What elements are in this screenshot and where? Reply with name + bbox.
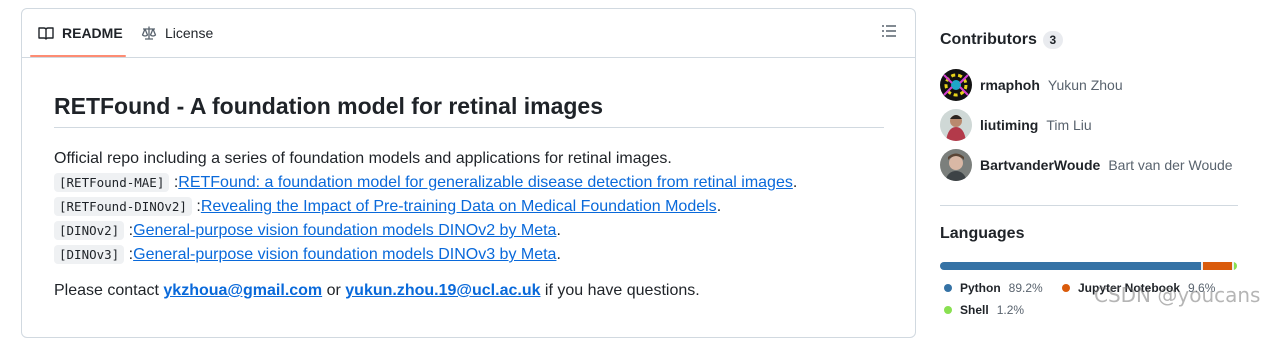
avatar — [940, 149, 972, 181]
languages-heading: Languages — [940, 225, 1025, 242]
contributors-heading[interactable]: Contributors 3 — [940, 31, 1063, 49]
contributor-item[interactable]: liutiming Tim Liu — [940, 109, 1092, 141]
tab-readme-label: README — [62, 25, 123, 41]
email-link-primary[interactable]: ykzhoua@gmail.com — [163, 282, 322, 299]
tab-license[interactable]: License — [141, 9, 213, 57]
tab-readme[interactable]: README — [38, 9, 123, 57]
list-item: [RETFound-DINOv2] :Revealing the Impact … — [54, 195, 884, 219]
watermark-text: CSDN @youcans — [1094, 283, 1261, 307]
outline-button[interactable] — [881, 23, 901, 43]
contributor-login: BartvanderWoude — [980, 157, 1101, 173]
readme-tabs: README License — [22, 9, 915, 58]
contributor-name: Yukun Zhou — [1047, 77, 1123, 93]
active-tab-indicator — [30, 55, 126, 57]
language-item-python[interactable]: Python 89.2% — [944, 281, 1043, 295]
language-color-dot — [944, 284, 952, 292]
email-link-secondary[interactable]: yukun.zhou.19@ucl.ac.uk — [345, 282, 540, 299]
model-list: Official repo including a series of foun… — [54, 147, 884, 267]
list-item: [RETFound-MAE] :RETFound: a foundation m… — [54, 171, 884, 195]
language-color-dot — [1062, 284, 1070, 292]
list-item: [DINOv3] :General-purpose vision foundat… — [54, 243, 884, 267]
language-bar-segment-shell — [1233, 262, 1237, 270]
contributor-name: Bart van der Woude — [1108, 157, 1233, 173]
language-item-shell[interactable]: Shell 1.2% — [944, 303, 1024, 317]
readme-panel: README License RETFound - A foundation m… — [21, 8, 916, 338]
section-divider — [940, 205, 1238, 206]
model-code: [DINOv3] — [54, 245, 125, 264]
book-icon — [38, 27, 54, 40]
contributors-count: 3 — [1042, 31, 1063, 49]
language-bar-segment-jupyter — [1203, 262, 1232, 270]
model-code: [RETFound-DINOv2] — [54, 197, 192, 216]
paper-link[interactable]: General-purpose vision foundation models… — [133, 246, 556, 263]
contributor-name: Tim Liu — [1046, 117, 1092, 133]
model-code: [RETFound-MAE] — [54, 173, 170, 192]
readme-title: RETFound - A foundation model for retina… — [54, 89, 884, 128]
list-item: [DINOv2] :General-purpose vision foundat… — [54, 219, 884, 243]
contributor-login: rmaphoh — [980, 77, 1040, 93]
language-bar — [940, 262, 1237, 270]
paper-link[interactable]: Revealing the Impact of Pre-training Dat… — [201, 198, 717, 215]
contributor-login: liutiming — [980, 117, 1039, 133]
contributor-item[interactable]: BartvanderWoude Bart van der Woude — [940, 149, 1233, 181]
tab-license-label: License — [165, 25, 214, 41]
contributor-item[interactable]: rmaphoh Yukun Zhou — [940, 69, 1123, 101]
list-unordered-icon — [882, 25, 896, 37]
contact-line: Please contact ykzhoua@gmail.com or yuku… — [54, 282, 700, 299]
model-code: [DINOv2] — [54, 221, 125, 240]
avatar — [940, 69, 972, 101]
readme-content: RETFound - A foundation model for retina… — [54, 89, 884, 303]
intro-text: Official repo including a series of foun… — [54, 150, 672, 167]
avatar — [940, 109, 972, 141]
paper-link[interactable]: General-purpose vision foundation models… — [133, 222, 556, 239]
law-scale-icon — [141, 26, 157, 40]
language-color-dot — [944, 306, 952, 314]
paper-link[interactable]: RETFound: a foundation model for general… — [178, 174, 793, 191]
language-bar-segment-python — [940, 262, 1202, 270]
